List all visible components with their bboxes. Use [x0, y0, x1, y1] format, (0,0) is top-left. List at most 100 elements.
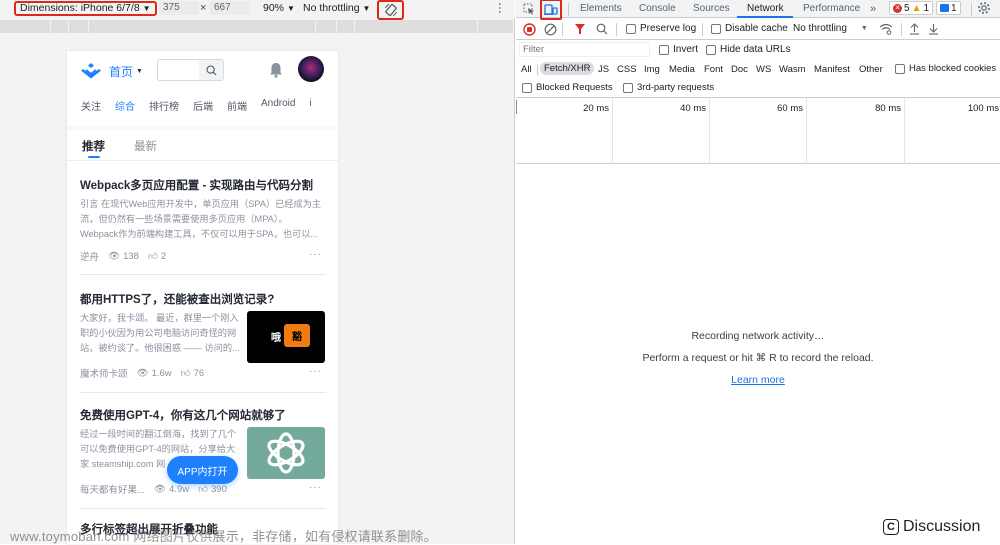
- article-author[interactable]: 每天都有好果...: [80, 482, 145, 496]
- filter-input[interactable]: [519, 42, 650, 57]
- third-party-checkbox[interactable]: 3rd-party requests: [623, 82, 714, 93]
- tab-console[interactable]: Console: [639, 3, 676, 14]
- divider: [67, 126, 338, 130]
- category-tab[interactable]: i: [302, 98, 318, 122]
- message-count-badge[interactable]: 1: [936, 1, 961, 15]
- divider: [568, 3, 569, 16]
- article-title[interactable]: Webpack多页应用配置 - 实现路由与代码分割: [80, 177, 326, 193]
- article-title[interactable]: 都用HTTPS了，还能被查出浏览记录?: [80, 291, 326, 307]
- thumbs-up-icon[interactable]: 👍︎: [198, 483, 208, 495]
- has-blocked-cookies-checkbox[interactable]: Has blocked cookies: [895, 63, 996, 74]
- search-button[interactable]: [199, 60, 223, 80]
- third-party-label: 3rd-party requests: [637, 82, 715, 93]
- divider: [562, 23, 563, 36]
- type-filter-ws[interactable]: WS: [756, 64, 771, 75]
- network-conditions-button[interactable]: [877, 21, 895, 37]
- search-input[interactable]: [157, 59, 224, 81]
- checkbox[interactable]: [711, 23, 721, 34]
- category-tab[interactable]: 后端: [186, 98, 220, 122]
- search-button[interactable]: [593, 21, 611, 37]
- type-filter-wasm[interactable]: Wasm: [779, 64, 806, 75]
- inspect-element-button[interactable]: [520, 1, 538, 17]
- preserve-log-checkbox[interactable]: Preserve log: [626, 23, 696, 34]
- tab-network[interactable]: Network: [747, 3, 784, 14]
- network-overview-timeline[interactable]: 20 ms 40 ms 60 ms 80 ms 100 ms: [516, 98, 1000, 164]
- type-filter-doc[interactable]: Doc: [731, 64, 748, 75]
- export-har-button[interactable]: [924, 21, 942, 37]
- open-in-app-button[interactable]: APP内打开: [167, 456, 238, 484]
- more-tabs-icon[interactable]: »: [870, 3, 876, 15]
- home-label: 首页: [109, 65, 134, 79]
- thumbs-up-icon[interactable]: 👍︎: [148, 250, 158, 262]
- thumbs-up-icon[interactable]: 👍︎: [181, 367, 191, 379]
- category-tab-active[interactable]: 综合: [108, 98, 142, 122]
- article-thumbnail[interactable]: [247, 427, 325, 479]
- error-count-badge[interactable]: ✕ 5 ▲ 1: [889, 1, 934, 15]
- type-filter-js[interactable]: JS: [598, 64, 609, 75]
- disable-cache-checkbox[interactable]: Disable cache: [711, 23, 788, 34]
- rotate-button[interactable]: [377, 0, 404, 20]
- article-thumbnail[interactable]: 哦 豁: [247, 311, 325, 363]
- learn-more-link[interactable]: Learn more: [731, 374, 785, 386]
- throttling-select[interactable]: No throttling ▼: [303, 2, 370, 14]
- summary-line: 可以免费使用GPT-4的网站，分享给大: [80, 444, 236, 454]
- record-button[interactable]: [520, 21, 538, 37]
- zoom-select[interactable]: 90% ▼: [263, 2, 295, 14]
- type-filter-css[interactable]: CSS: [617, 64, 637, 75]
- tab-performance[interactable]: Performance: [803, 3, 860, 14]
- type-filter-font[interactable]: Font: [704, 64, 723, 75]
- view-count: 4.9w: [168, 483, 190, 495]
- more-icon[interactable]: ···: [309, 366, 322, 377]
- article-item[interactable]: Webpack多页应用配置 - 实现路由与代码分割 引言 在现代Web应用开发中…: [80, 177, 326, 275]
- category-tab[interactable]: Android: [254, 98, 302, 122]
- tab-latest[interactable]: 最新: [134, 138, 157, 154]
- checkbox[interactable]: [623, 82, 633, 93]
- hide-data-urls-checkbox[interactable]: Hide data URLs: [706, 44, 791, 55]
- height-input[interactable]: 667: [210, 1, 250, 15]
- more-icon[interactable]: ···: [309, 482, 322, 493]
- checkbox[interactable]: [626, 23, 636, 34]
- type-filter-all[interactable]: All: [521, 64, 532, 75]
- tab-elements[interactable]: Elements: [580, 3, 622, 14]
- settings-gear-icon[interactable]: [977, 1, 991, 15]
- category-tab[interactable]: 前端: [220, 98, 254, 122]
- notification-bell-icon[interactable]: [269, 62, 283, 78]
- checkbox[interactable]: [659, 44, 669, 55]
- more-options-icon[interactable]: ⋯: [493, 2, 507, 14]
- checkbox[interactable]: [522, 82, 532, 93]
- device-dimensions-select[interactable]: Dimensions: iPhone 6/7/8 ▼: [14, 1, 157, 16]
- home-dropdown[interactable]: 首页 ▼: [109, 63, 143, 80]
- blocked-requests-checkbox[interactable]: Blocked Requests: [522, 82, 613, 93]
- type-filter-manifest[interactable]: Manifest: [814, 64, 850, 75]
- invert-checkbox[interactable]: Invert: [659, 44, 698, 55]
- type-filter-img[interactable]: Img: [644, 64, 660, 75]
- filter-toggle-button[interactable]: [571, 21, 589, 37]
- type-filter-other[interactable]: Other: [859, 64, 883, 75]
- summary-line: Webpack作为前端构建工具，不仅可以用于SPA，也可以...: [80, 229, 319, 239]
- issue-counters[interactable]: ✕ 5 ▲ 1 1: [889, 1, 961, 16]
- checkbox[interactable]: [706, 44, 716, 55]
- category-tab[interactable]: 关注: [67, 98, 108, 122]
- article-title[interactable]: 免费使用GPT-4，你有这几个网站就够了: [80, 407, 326, 423]
- more-icon[interactable]: ···: [309, 249, 322, 260]
- article-item[interactable]: 都用HTTPS了，还能被查出浏览记录? 大家好，我卡颂。 最近，群里一个刚入 职…: [80, 291, 326, 393]
- network-throttling-select[interactable]: No throttling ▼: [793, 23, 868, 34]
- juejin-logo-icon[interactable]: [80, 62, 102, 80]
- discussion-logo-icon: C: [883, 519, 899, 535]
- tab-recommended[interactable]: 推荐: [82, 138, 105, 154]
- error-count: 5: [904, 2, 910, 14]
- user-avatar[interactable]: [298, 56, 324, 82]
- type-filter-fetch-xhr[interactable]: Fetch/XHR: [540, 62, 595, 75]
- category-tab[interactable]: 排行榜: [142, 98, 186, 122]
- checkbox[interactable]: [895, 63, 905, 74]
- type-filter-media[interactable]: Media: [669, 64, 695, 75]
- import-har-button[interactable]: [905, 21, 923, 37]
- times-sign: ×: [200, 2, 207, 14]
- article-author[interactable]: 魔术师卡颂: [80, 366, 128, 380]
- width-input[interactable]: 375: [159, 1, 199, 15]
- tab-sources[interactable]: Sources: [693, 3, 730, 14]
- clear-button[interactable]: [541, 21, 559, 37]
- article-author[interactable]: 逆舟: [80, 249, 99, 263]
- empty-state: Recording network activity… Perform a re…: [516, 325, 1000, 391]
- toggle-device-toolbar-button[interactable]: [540, 0, 562, 20]
